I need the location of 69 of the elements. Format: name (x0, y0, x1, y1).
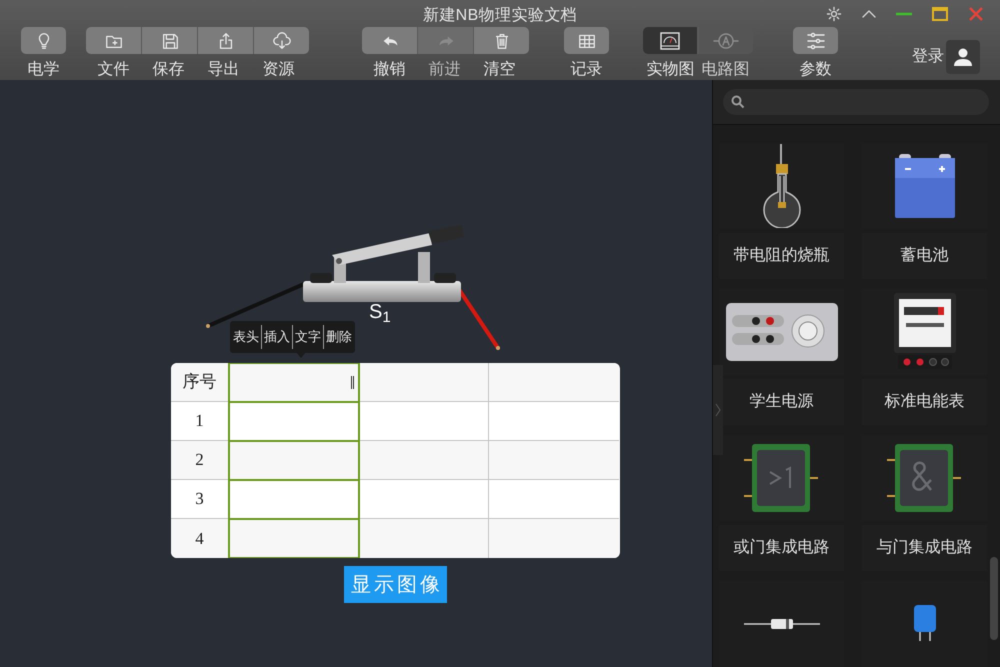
toolbar-button[interactable] (474, 27, 529, 54)
toolbar-label: 清空 (482, 60, 516, 80)
settings-icon[interactable] (826, 6, 842, 22)
table-cell[interactable] (359, 519, 489, 558)
toolbar-label: 电学 (26, 60, 60, 80)
toolbar-label: 资源 (262, 60, 296, 80)
view-toggle-label: 实物图 (646, 60, 696, 80)
chip-icon[interactable] (744, 444, 820, 512)
parameters-button[interactable] (793, 27, 838, 54)
login-link[interactable]: 登录 (912, 45, 944, 69)
toolbar-label: 撤销 (372, 60, 406, 80)
table-cell[interactable] (229, 402, 359, 441)
header-cell[interactable] (489, 363, 619, 402)
sliders-icon (806, 32, 826, 50)
search-icon (731, 95, 745, 109)
ammeter-symbol-icon (713, 30, 739, 50)
table-cell[interactable] (359, 480, 489, 519)
header-cell[interactable] (229, 363, 359, 402)
window-title: 新建NB物理实验文档 (422, 6, 578, 26)
toolbar-label: 前进 (428, 60, 462, 80)
table-cell[interactable] (489, 480, 619, 519)
table-cell[interactable] (229, 441, 359, 480)
search-field[interactable] (723, 89, 989, 115)
text-cursor (351, 376, 354, 389)
table-cell[interactable] (489, 402, 619, 441)
sidebar-collapse-handle[interactable] (713, 365, 723, 455)
table-cell[interactable] (359, 402, 489, 441)
menu-item[interactable]: 表头 (231, 325, 261, 349)
toolbar-label: 保存 (152, 60, 186, 80)
toolbar-button[interactable] (21, 27, 66, 54)
chip-icon[interactable] (886, 444, 962, 512)
minimize-icon[interactable] (896, 12, 912, 16)
toolbar-label: 文件 (96, 60, 130, 80)
view-toggle-tab[interactable] (643, 27, 697, 54)
cloud-download-icon (272, 30, 292, 50)
user-avatar-icon[interactable] (946, 40, 980, 74)
scrollbar[interactable] (990, 557, 998, 640)
header-cell[interactable] (359, 363, 489, 402)
table-cell[interactable]: 2 (171, 441, 229, 480)
table-cell[interactable] (229, 480, 359, 519)
parameters-label: 参数 (798, 60, 832, 80)
menu-item[interactable]: 文字 (292, 325, 323, 349)
header-cell[interactable]: 序号 (171, 363, 229, 402)
maximize-icon[interactable] (932, 7, 948, 21)
view-toggle-tab[interactable] (699, 27, 753, 54)
table-cell[interactable] (359, 441, 489, 480)
table-cell[interactable]: 3 (171, 480, 229, 519)
menu-item[interactable]: 插入 (261, 325, 292, 349)
toolbar-label: 记录 (570, 60, 604, 80)
view-toggle-label: 电路图 (700, 60, 750, 80)
resistor-icon[interactable] (744, 618, 820, 630)
menu-item[interactable]: 删除 (323, 325, 354, 349)
toolbar-button[interactable] (564, 27, 609, 54)
table-cell[interactable]: 4 (171, 519, 229, 558)
power-supply-icon[interactable] (726, 303, 838, 361)
table-cell[interactable]: 1 (171, 402, 229, 441)
switch-label: S$_{1}$ (369, 300, 391, 327)
table-cell[interactable] (229, 519, 359, 558)
toolbar-button[interactable] (142, 27, 197, 54)
meter-icon (659, 30, 681, 50)
toolbar-button[interactable] (198, 27, 253, 54)
toolbar-label: 导出 (206, 60, 240, 80)
capacitor-icon[interactable] (912, 605, 936, 643)
collapse-caret-icon[interactable] (862, 9, 876, 19)
battery-icon[interactable] (894, 154, 954, 218)
toolbar-button[interactable] (254, 27, 309, 54)
toolbar-button[interactable] (86, 27, 141, 54)
toolbar-button[interactable] (362, 27, 417, 54)
close-icon[interactable] (968, 6, 984, 22)
